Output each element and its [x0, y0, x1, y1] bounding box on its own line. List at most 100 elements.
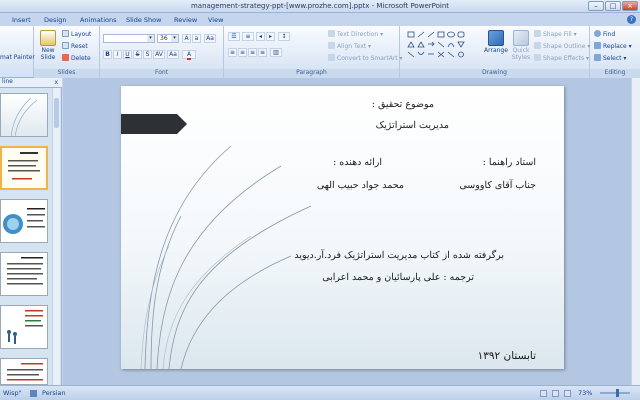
paint-bucket-icon — [534, 30, 541, 37]
new-slide-button[interactable]: New Slide — [37, 30, 59, 61]
advisor-label: استاد راهنما : — [482, 157, 536, 168]
arrange-label: Arrange — [484, 47, 508, 54]
presenter-label: ارائه دهنده : — [333, 157, 382, 168]
translation-text: ترجمه : علی پارسائیان و محمد اعرابی — [322, 272, 474, 283]
ribbon: mat Painter New Slide Layout Reset Delet… — [0, 26, 640, 78]
grow-font-button[interactable]: A — [182, 34, 191, 43]
select-label: Select — [603, 55, 622, 62]
slide-sorter-icon[interactable] — [552, 390, 559, 397]
zoom-slider[interactable] — [600, 389, 630, 397]
format-painter-button[interactable]: mat Painter — [0, 54, 35, 61]
reset-label: Reset — [71, 43, 88, 50]
find-button[interactable]: Find — [594, 30, 615, 38]
layout-button[interactable]: Layout — [62, 30, 91, 38]
font-name-select[interactable]: ▾ — [103, 34, 155, 43]
strikethrough-button[interactable]: S — [133, 50, 142, 59]
slideshow-view-icon[interactable] — [564, 390, 571, 397]
panel-scrollbar[interactable] — [52, 88, 60, 385]
normal-view-icon[interactable] — [540, 390, 547, 397]
tab-view[interactable]: View — [204, 15, 227, 26]
close-icon[interactable]: x — [54, 79, 58, 86]
zoom-level[interactable]: 73% — [578, 389, 592, 397]
maximize-button[interactable]: □ — [605, 1, 621, 11]
minimize-button[interactable]: – — [588, 1, 604, 11]
language-indicator[interactable]: Persian — [42, 389, 66, 397]
editor-scrollbar[interactable] — [631, 78, 640, 385]
quick-styles-icon — [513, 30, 529, 46]
source-text: برگرفته شده از کتاب مدیریت استراتژیک فرد… — [294, 250, 504, 261]
shadow-button[interactable]: S — [143, 50, 152, 59]
convert-smartart-label: Convert to SmartArt — [337, 55, 398, 62]
font-group: ▾ 36 ▾ A a Aa B I U S S AV Aa A Font — [100, 26, 224, 78]
font-size-value: 36 — [160, 35, 168, 42]
quick-styles-button[interactable]: Quick Styles — [510, 30, 532, 61]
smartart-icon — [328, 54, 335, 61]
spellcheck-icon[interactable] — [30, 390, 37, 397]
close-button[interactable]: × — [622, 1, 638, 11]
advisor-name: جناب آقای کاووسی — [459, 180, 536, 191]
slide-thumbnail[interactable] — [0, 305, 48, 349]
bullets-button[interactable]: ☰ — [228, 32, 240, 41]
align-left-button[interactable]: ≡ — [228, 48, 237, 57]
paragraph-group-label: Paragraph — [224, 69, 399, 78]
reset-button[interactable]: Reset — [62, 42, 88, 50]
tab-review[interactable]: Review — [170, 15, 201, 26]
delete-icon — [62, 54, 69, 61]
underline-button[interactable]: U — [123, 50, 132, 59]
tab-insert[interactable]: Insert — [8, 15, 35, 26]
slide-thumbnail[interactable] — [0, 358, 48, 385]
delete-label: Delete — [71, 55, 91, 62]
new-slide-icon — [40, 30, 56, 46]
font-group-label: Font — [100, 69, 223, 78]
line-spacing-button[interactable]: ↕ — [278, 32, 290, 41]
cursor-icon — [594, 54, 601, 61]
font-size-select[interactable]: 36 ▾ — [157, 34, 179, 43]
italic-button[interactable]: I — [113, 50, 122, 59]
decrease-indent-button[interactable]: ◂ — [256, 32, 265, 41]
slide-thumbnail[interactable] — [0, 252, 48, 296]
shape-fill-button[interactable]: Shape Fill ▾ — [534, 30, 577, 38]
select-button[interactable]: Select ▾ — [594, 54, 626, 62]
slide-thumbnail-art — [3, 208, 45, 234]
slide-canvas[interactable]: موضوع تحقیق : مدیریت استراتژیک استاد راه… — [121, 86, 564, 369]
slide-thumbnail[interactable] — [0, 199, 48, 243]
shrink-font-button[interactable]: a — [192, 34, 201, 43]
shape-effects-button[interactable]: Shape Effects ▾ — [534, 54, 589, 62]
align-right-button[interactable]: ≡ — [248, 48, 257, 57]
slide-background-art — [121, 114, 312, 369]
bold-button[interactable]: B — [103, 50, 112, 59]
layout-icon — [62, 30, 69, 37]
change-case-button[interactable]: Aa — [167, 50, 179, 59]
shapes-gallery[interactable] — [406, 30, 478, 62]
increase-indent-button[interactable]: ▸ — [266, 32, 275, 41]
replace-label: Replace — [603, 43, 627, 50]
arrange-button[interactable]: Arrange — [484, 30, 508, 54]
text-direction-button[interactable]: Text Direction ▾ — [328, 30, 383, 38]
clear-formatting-button[interactable]: Aa — [204, 34, 216, 43]
slide-thumbnail[interactable] — [0, 93, 48, 137]
tab-slide-show[interactable]: Slide Show — [122, 15, 165, 26]
justify-button[interactable]: ≡ — [258, 48, 267, 57]
topic-label: موضوع تحقیق : — [371, 99, 434, 110]
align-text-icon — [328, 42, 335, 49]
slide-thumbnail-selected[interactable] — [0, 146, 48, 190]
char-spacing-button[interactable]: AV — [153, 50, 165, 59]
pen-icon — [534, 42, 541, 49]
tab-design[interactable]: Design — [40, 15, 70, 26]
numbering-button[interactable]: ≡ — [242, 32, 254, 41]
columns-button[interactable]: ▥ — [270, 48, 282, 57]
help-icon[interactable]: ? — [627, 15, 636, 24]
tab-animations[interactable]: Animations — [76, 15, 121, 26]
align-text-button[interactable]: Align Text ▾ — [328, 42, 371, 50]
align-center-button[interactable]: ≡ — [238, 48, 247, 57]
replace-button[interactable]: Replace ▾ — [594, 42, 632, 50]
outline-tab[interactable]: line x — [0, 78, 62, 88]
zoom-slider-thumb[interactable] — [616, 389, 619, 397]
shape-outline-button[interactable]: Shape Outline ▾ — [534, 42, 590, 50]
shape-effects-label: Shape Effects — [543, 55, 585, 62]
panel-scroll-thumb[interactable] — [54, 98, 59, 128]
font-color-button[interactable]: A — [182, 50, 196, 60]
delete-button[interactable]: Delete — [62, 54, 91, 62]
convert-smartart-button[interactable]: Convert to SmartArt ▾ — [328, 54, 403, 62]
presenter-name: محمد جواد حبیب الهی — [316, 180, 404, 191]
